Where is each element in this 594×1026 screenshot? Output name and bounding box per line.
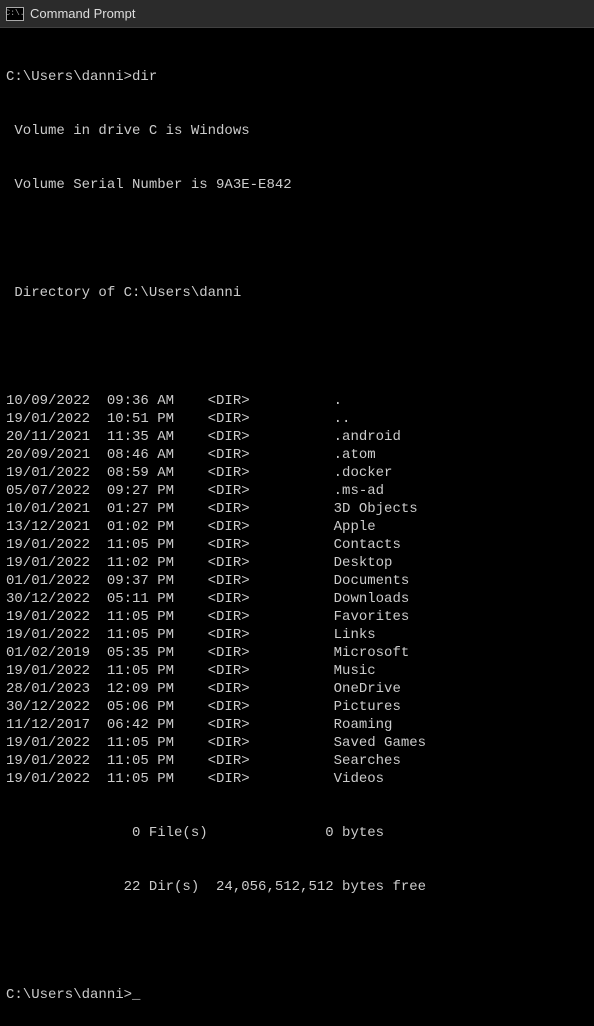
directory-entry: 19/01/2022 11:05 PM <DIR> Music: [6, 662, 588, 680]
terminal-output[interactable]: C:\Users\danni>dir Volume in drive C is …: [0, 28, 594, 1026]
directory-entry: 19/01/2022 11:05 PM <DIR> Saved Games: [6, 734, 588, 752]
cursor[interactable]: _: [132, 986, 140, 1004]
directory-entry: 19/01/2022 11:05 PM <DIR> Contacts: [6, 536, 588, 554]
directory-entry: 20/11/2021 11:35 AM <DIR> .android: [6, 428, 588, 446]
directory-entry: 19/01/2022 11:05 PM <DIR> Searches: [6, 752, 588, 770]
blank-line: [6, 230, 588, 248]
blank-line: [6, 338, 588, 356]
prompt-line: C:\Users\danni>dir: [6, 68, 588, 86]
directory-entry: 20/09/2021 08:46 AM <DIR> .atom: [6, 446, 588, 464]
directory-entry: 05/07/2022 09:27 PM <DIR> .ms-ad: [6, 482, 588, 500]
summary-files: 0 File(s) 0 bytes: [6, 824, 588, 842]
summary-dirs: 22 Dir(s) 24,056,512,512 bytes free: [6, 878, 588, 896]
volume-line: Volume in drive C is Windows: [6, 122, 588, 140]
directory-entry: 01/01/2022 09:37 PM <DIR> Documents: [6, 572, 588, 590]
directory-entry: 19/01/2022 11:05 PM <DIR> Links: [6, 626, 588, 644]
title-bar[interactable]: C:\. Command Prompt: [0, 0, 594, 28]
directory-entry: 19/01/2022 08:59 AM <DIR> .docker: [6, 464, 588, 482]
directory-entry: 01/02/2019 05:35 PM <DIR> Microsoft: [6, 644, 588, 662]
directory-listing: 10/09/2022 09:36 AM <DIR> .19/01/2022 10…: [6, 392, 588, 788]
directory-entry: 10/09/2022 09:36 AM <DIR> .: [6, 392, 588, 410]
prompt-line: C:\Users\danni>_: [6, 986, 588, 1004]
window-title: Command Prompt: [30, 6, 135, 21]
directory-entry: 28/01/2023 12:09 PM <DIR> OneDrive: [6, 680, 588, 698]
prompt-path: C:\Users\danni>: [6, 69, 132, 85]
directory-entry: 30/12/2022 05:06 PM <DIR> Pictures: [6, 698, 588, 716]
command-text: dir: [132, 69, 157, 85]
directory-entry: 13/12/2021 01:02 PM <DIR> Apple: [6, 518, 588, 536]
directory-entry: 19/01/2022 11:05 PM <DIR> Favorites: [6, 608, 588, 626]
serial-line: Volume Serial Number is 9A3E-E842: [6, 176, 588, 194]
blank-line: [6, 932, 588, 950]
directory-entry: 19/01/2022 11:02 PM <DIR> Desktop: [6, 554, 588, 572]
directory-entry: 11/12/2017 06:42 PM <DIR> Roaming: [6, 716, 588, 734]
directory-entry: 10/01/2021 01:27 PM <DIR> 3D Objects: [6, 500, 588, 518]
directory-entry: 19/01/2022 10:51 PM <DIR> ..: [6, 410, 588, 428]
directory-entry: 19/01/2022 11:05 PM <DIR> Videos: [6, 770, 588, 788]
directory-entry: 30/12/2022 05:11 PM <DIR> Downloads: [6, 590, 588, 608]
prompt-path: C:\Users\danni>: [6, 987, 132, 1003]
directory-of-line: Directory of C:\Users\danni: [6, 284, 588, 302]
cmd-icon: C:\.: [6, 7, 24, 21]
